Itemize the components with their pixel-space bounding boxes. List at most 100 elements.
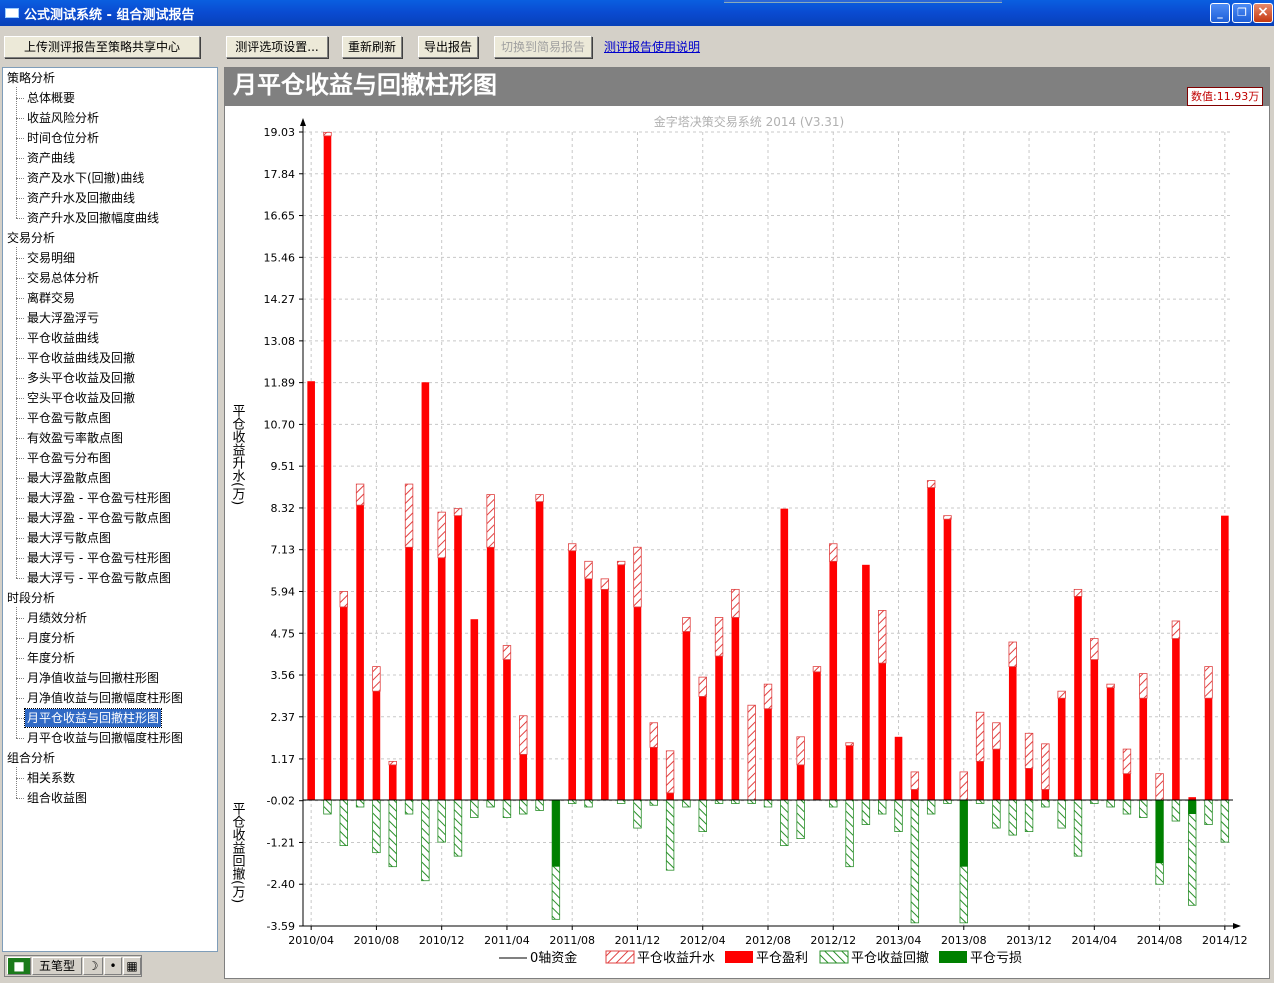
drawdown-bar: [1220, 799, 1230, 843]
upwater-bar: [910, 771, 920, 790]
drawdown-bar: [926, 799, 936, 815]
tree-item[interactable]: 平仓盈亏散点图: [25, 409, 113, 427]
profit-bar: [486, 547, 495, 800]
tree-item[interactable]: 最大浮亏散点图: [25, 529, 113, 547]
punctuation-icon[interactable]: •: [104, 957, 122, 975]
tree-item[interactable]: 总体概要: [25, 89, 77, 107]
tree-item[interactable]: 平仓收益曲线: [25, 329, 101, 347]
bar-chart[interactable]: 金字塔决策交易系统 2014 (V3.31) 19.03 17.84 16.65 15…: [225, 106, 1269, 978]
tree-item[interactable]: 离群交易: [25, 289, 77, 307]
ime-mode[interactable]: 五笔型: [32, 957, 82, 975]
legend-profit-label: 平仓盈利: [756, 951, 808, 966]
x-tick-label: 2012/08: [745, 934, 791, 947]
close-button[interactable]: ×: [1253, 3, 1273, 23]
chart-bars: [307, 131, 1230, 924]
profit-bar: [617, 564, 625, 800]
upwater-bar: [796, 736, 805, 766]
tree-item[interactable]: 交易总体分析: [25, 269, 101, 287]
x-tick-label: 2012/04: [680, 934, 726, 947]
profit-bar: [780, 508, 789, 800]
refresh-button[interactable]: 重新刷新: [342, 36, 402, 58]
tree-item[interactable]: 相关系数: [25, 769, 77, 787]
tree-item[interactable]: 最大浮亏 - 平仓盈亏散点图: [25, 569, 173, 587]
drawdown-bar: [388, 799, 397, 868]
tree-item[interactable]: 平仓收益曲线及回撤: [25, 349, 137, 367]
minimize-button[interactable]: _: [1210, 3, 1230, 23]
switch-simple-report-button[interactable]: 切换到简易报告: [494, 36, 592, 58]
tree-item[interactable]: 月净值收益与回撤柱形图: [25, 669, 161, 687]
tree-item[interactable]: 最大浮盈 - 平仓盈亏散点图: [25, 509, 173, 527]
upwater-bar: [502, 645, 512, 660]
tree-category[interactable]: 交易分析: [7, 229, 55, 247]
ime-toolbar[interactable]: ■ 五笔型 ☽ • ▦: [4, 955, 142, 977]
report-tree[interactable]: 策略分析总体概要收益风险分析 时间仓位分析 资产曲线资产及水下(回撤)曲线 资产升水及…: [2, 67, 218, 952]
test-options-button[interactable]: 测评选项设置...: [226, 36, 328, 58]
tree-category[interactable]: 时段分析: [7, 589, 55, 607]
profit-bar: [323, 135, 332, 800]
tree-item[interactable]: 最大浮盈散点图: [25, 469, 113, 487]
tree-item[interactable]: 月度分析: [25, 629, 77, 647]
profit-bar: [682, 631, 691, 800]
tree-item[interactable]: 资产升水及回撤幅度曲线: [25, 209, 161, 227]
tree-item[interactable]: 时间仓位分析: [25, 129, 101, 147]
ime-logo-icon[interactable]: ■: [7, 957, 31, 975]
tree-item[interactable]: 最大浮盈浮亏: [25, 309, 101, 327]
drawdown-bar: [502, 799, 512, 818]
y-tick-label: -0.02: [267, 795, 295, 808]
drawdown-bar: [1090, 799, 1099, 804]
profit-bar: [356, 505, 364, 800]
tree-category[interactable]: 组合分析: [7, 749, 55, 767]
drawdown-bar: [437, 799, 446, 843]
drawdown-bar: [975, 799, 985, 804]
tree-item[interactable]: 最大浮亏 - 平仓盈亏柱形图: [25, 549, 173, 567]
tree-item[interactable]: 有效盈亏率散点图: [25, 429, 125, 447]
drawdown-bar: [665, 799, 675, 871]
upwater-bar: [747, 704, 756, 801]
y-tick-label: 11.89: [264, 377, 296, 390]
upload-report-button[interactable]: 上传测评报告至策略共享中心: [4, 36, 200, 58]
tree-item[interactable]: 月绩效分析: [25, 609, 89, 627]
upwater-bar: [437, 511, 446, 559]
drawdown-bar: [584, 799, 593, 808]
tree-item[interactable]: 最大浮盈 - 平仓盈亏柱形图: [25, 489, 173, 507]
tree-item[interactable]: 多头平仓收益及回撤: [25, 369, 137, 387]
tree-item[interactable]: 资产升水及回撤曲线: [25, 189, 137, 207]
x-tick-label: 2010/08: [354, 934, 400, 947]
help-link[interactable]: 测评报告使用说明: [604, 38, 700, 55]
upwater-bar: [568, 543, 577, 552]
drawdown-bar: [1139, 799, 1148, 818]
profit-bar: [943, 519, 952, 800]
tree-item[interactable]: 月平仓收益与回撤柱形图: [23, 708, 163, 728]
maximize-button[interactable]: ❐: [1232, 3, 1252, 23]
export-report-button[interactable]: 导出报告: [418, 36, 478, 58]
profit-bar: [421, 382, 430, 800]
tree-item[interactable]: 资产曲线: [25, 149, 77, 167]
upwater-bar: [372, 666, 381, 692]
tree-item[interactable]: 收益风险分析: [25, 109, 101, 127]
upwater-bar: [714, 617, 724, 657]
tree-item[interactable]: 月净值收益与回撤幅度柱形图: [25, 689, 185, 707]
tree-item[interactable]: 年度分析: [25, 649, 77, 667]
window-titlebar[interactable]: 公式测试系统 - 组合测试报告 _ ❐ ×: [0, 0, 1274, 26]
keyboard-icon[interactable]: ▦: [123, 957, 141, 975]
upwater-bar: [404, 483, 414, 548]
tree-category[interactable]: 策略分析: [7, 69, 55, 87]
tree-item[interactable]: 交易明细: [25, 249, 77, 267]
profit-bar: [845, 745, 854, 800]
profit-bar: [1025, 768, 1033, 800]
tree-item[interactable]: 月平仓收益与回撤幅度柱形图: [25, 729, 185, 747]
tree-item[interactable]: 平仓盈亏分布图: [25, 449, 113, 467]
tree-item[interactable]: 资产及水下(回撤)曲线: [25, 169, 146, 187]
tree-item[interactable]: 组合收益图: [25, 789, 89, 807]
drawdown-bar: [992, 799, 1001, 829]
tree-item[interactable]: 空头平仓收益及回撤: [25, 389, 137, 407]
x-tick-label: 2013/12: [1006, 934, 1052, 947]
upwater-bar: [1155, 773, 1164, 801]
drawdown-bar: [1204, 799, 1213, 825]
upwater-bar: [323, 131, 332, 137]
y-tick-label: 8.32: [271, 502, 296, 515]
profit-bar: [911, 789, 919, 800]
drawdown-bar: [453, 799, 463, 857]
upwater-bar: [1041, 743, 1050, 790]
moon-icon[interactable]: ☽: [83, 957, 103, 975]
